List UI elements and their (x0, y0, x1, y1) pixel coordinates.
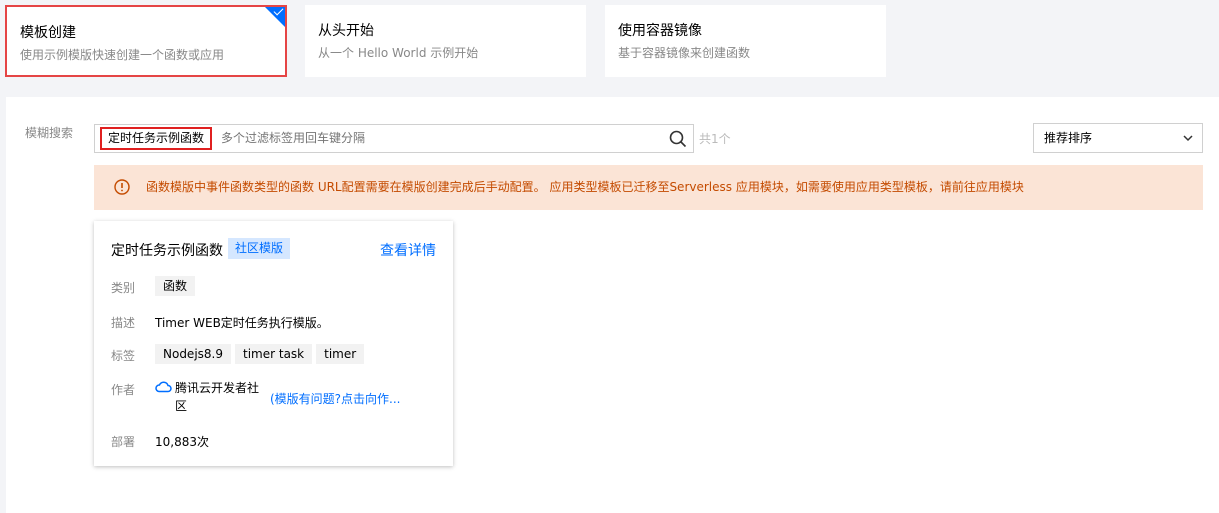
sort-select[interactable]: 推荐排序 (1033, 123, 1203, 153)
chevron-down-icon (1183, 135, 1193, 142)
category-value: 函数 (155, 276, 199, 296)
mode-card-title: 使用容器镜像 (618, 23, 702, 39)
cloud-icon (155, 381, 172, 393)
search-box[interactable]: 定时任务示例函数 (94, 124, 694, 153)
alert-text: 函数模版中事件函数类型的函数 URL配置需要在模版创建完成后手动配置。 应用类型… (146, 180, 1024, 194)
result-count: 共1个 (699, 132, 731, 146)
community-badge: 社区模版 (228, 238, 291, 259)
search-tag-chip[interactable]: 定时任务示例函数 (100, 127, 213, 150)
category-chip: 函数 (155, 276, 196, 296)
tags-label: 标签 (111, 349, 136, 363)
view-details-link[interactable]: 查看详情 (380, 240, 436, 260)
desc-label: 描述 (111, 316, 136, 330)
author-name: 腾讯云开发者社区 (175, 381, 260, 413)
mode-card-desc: 使用示例模版快速创建一个函数或应用 (20, 48, 225, 62)
template-card[interactable]: 定时任务示例函数 社区模版 查看详情 类别 函数 描述 Timer WEB定时任… (94, 221, 453, 466)
author-label: 作者 (111, 383, 136, 397)
info-alert: 函数模版中事件函数类型的函数 URL配置需要在模版创建完成后手动配置。 应用类型… (94, 165, 1203, 210)
mode-card-title: 从头开始 (318, 23, 374, 39)
tags-list: Nodejs8.9 timer task timer (155, 344, 368, 364)
warning-icon (114, 179, 130, 195)
tag-chip: timer task (235, 344, 313, 364)
search-icon[interactable] (669, 130, 687, 148)
tag-chip: timer (316, 344, 365, 364)
sort-select-value: 推荐排序 (1044, 131, 1093, 145)
category-label: 类别 (111, 281, 136, 295)
mode-card-desc: 从一个 Hello World 示例开始 (318, 46, 479, 60)
template-title: 定时任务示例函数 (111, 243, 223, 259)
desc-value: Timer WEB定时任务执行模版。 (155, 316, 329, 330)
search-input[interactable] (221, 125, 651, 152)
mode-card-scratch[interactable]: 从头开始 从一个 Hello World 示例开始 (305, 5, 586, 77)
deploy-count: 10,883次 (155, 435, 209, 449)
mode-card-title: 模板创建 (20, 25, 76, 41)
deploy-label: 部署 (111, 435, 136, 449)
feedback-link[interactable]: (模版有问题?点击向作... (270, 390, 401, 407)
mode-card-container-image[interactable]: 使用容器镜像 基于容器镜像来创建函数 (605, 5, 886, 77)
search-label: 模糊搜索 (25, 126, 74, 140)
tag-chip: Nodejs8.9 (155, 344, 231, 364)
mode-card-desc: 基于容器镜像来创建函数 (618, 46, 751, 60)
mode-card-template[interactable]: 模板创建 使用示例模版快速创建一个函数或应用 (5, 5, 287, 77)
